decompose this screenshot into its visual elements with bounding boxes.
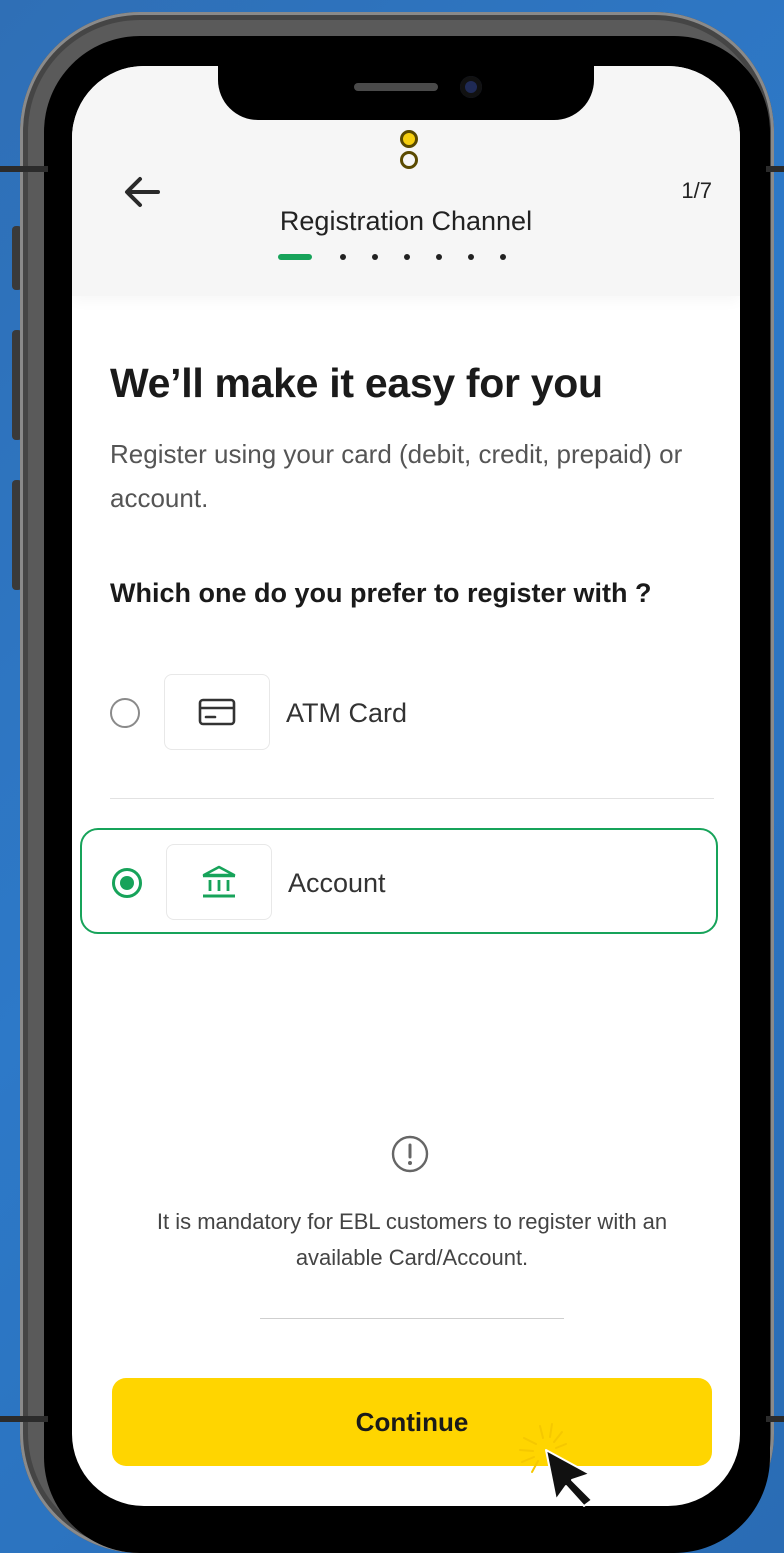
step-counter: 1/7 (681, 178, 712, 203)
speaker-grille (354, 83, 438, 91)
camera-icon (460, 76, 482, 98)
antenna-band (0, 1416, 48, 1422)
progress-step (372, 254, 378, 260)
option-atm-card[interactable]: ATM Card (80, 660, 718, 766)
antenna-band (766, 1416, 784, 1422)
radio-account[interactable] (112, 868, 142, 898)
phone-notch (218, 66, 594, 120)
option-icon-box (166, 844, 272, 920)
option-label: ATM Card (286, 698, 408, 728)
mandatory-notice: It is mandatory for EBL customers to reg… (156, 1209, 668, 1270)
progress-step-active (278, 254, 312, 260)
progress-step (404, 254, 410, 260)
credit-card-icon (198, 698, 236, 726)
progress-step (436, 254, 442, 260)
antenna-band (0, 166, 48, 172)
progress-step (500, 254, 506, 260)
progress-step (340, 254, 346, 260)
bank-icon (202, 865, 236, 898)
description-text: Register using your card (debit, credit,… (110, 439, 683, 513)
info-icon (391, 1135, 429, 1173)
continue-button[interactable]: Continue (112, 1378, 712, 1466)
option-icon-box (164, 674, 270, 750)
step-progress-indicator (278, 254, 532, 260)
click-cursor-icon (519, 1423, 593, 1507)
progress-step (468, 254, 474, 260)
main-heading: We’ll make it easy for you (110, 360, 603, 406)
antenna-band (766, 166, 784, 172)
option-divider (110, 798, 714, 799)
option-label: Account (288, 868, 386, 898)
radio-atm-card[interactable] (110, 698, 140, 728)
page-title: Registration Channel (279, 206, 533, 236)
phone-screen: 1/7 Registration Channel We’ll make it e… (72, 66, 740, 1506)
option-account[interactable]: Account (80, 828, 718, 934)
question-text: Which one do you prefer to register with… (110, 578, 652, 608)
app-logo (400, 130, 420, 172)
footer-divider (260, 1318, 564, 1319)
